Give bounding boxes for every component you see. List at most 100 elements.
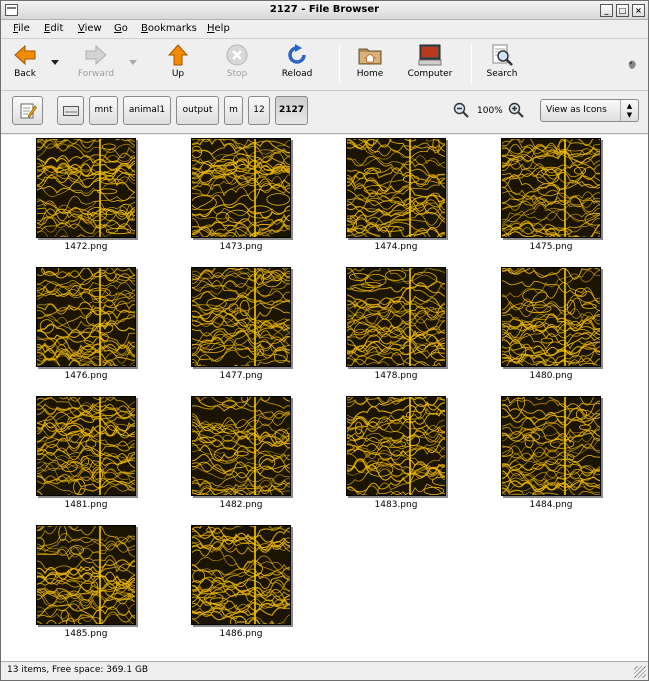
title-bar[interactable]: 2127 - File Browser _ □ × [1, 1, 648, 20]
menu-bar: File Edit View Go Bookmarks Help [1, 20, 648, 39]
home-button[interactable]: Home [353, 43, 387, 87]
status-bar: 13 items, Free space: 369.1 GB [1, 661, 648, 680]
view-mode-select[interactable]: View as Icons ▲ ▼ [540, 99, 639, 122]
file-name: 1484.png [529, 500, 573, 510]
file-item[interactable]: 1482.png [169, 393, 299, 518]
forward-label: Forward [77, 69, 115, 79]
path-root-button[interactable] [57, 96, 84, 125]
path-button-animal1[interactable]: animal1 [123, 96, 171, 125]
maximize-icon[interactable]: □ [616, 4, 629, 17]
contour-image-icon [192, 139, 290, 237]
image-thumbnail [346, 267, 446, 367]
up-button[interactable]: Up [163, 43, 193, 87]
reload-icon [288, 44, 306, 64]
select-arrows-icon: ▲ ▼ [620, 100, 638, 121]
view-mode-value: View as Icons [546, 105, 607, 115]
file-item[interactable]: 1473.png [169, 135, 299, 260]
menu-view[interactable]: View [78, 23, 102, 34]
image-thumbnail [191, 396, 291, 496]
file-item[interactable]: 1472.png [14, 135, 144, 260]
menu-help[interactable]: Help [207, 23, 230, 34]
forward-button[interactable]: Forward [74, 43, 118, 87]
contour-image-icon [37, 139, 135, 237]
zoom-level[interactable]: 100% [477, 106, 503, 116]
back-history-dropdown[interactable] [51, 60, 59, 65]
location-bar: mnt animal1 output m 12 2127 100% View a… [1, 91, 648, 134]
edit-location-icon [20, 103, 37, 119]
search-button[interactable]: Search [483, 43, 521, 87]
menu-bookmarks[interactable]: Bookmarks [141, 23, 197, 34]
file-name: 1473.png [219, 242, 263, 252]
drive-icon [63, 106, 79, 116]
computer-icon [418, 44, 442, 66]
file-name: 1475.png [529, 242, 573, 252]
menu-file[interactable]: File [13, 23, 30, 34]
zoom-in-icon[interactable] [508, 102, 524, 118]
home-label: Home [356, 69, 384, 79]
window-title: 2127 - File Browser [269, 4, 380, 15]
home-folder-icon [358, 48, 382, 65]
file-item[interactable]: 1477.png [169, 264, 299, 389]
image-thumbnail [191, 525, 291, 625]
zoom-out-icon[interactable] [453, 102, 469, 118]
file-name: 1481.png [64, 500, 108, 510]
search-label: Search [486, 69, 518, 79]
icon-view[interactable]: 1472.png 1473.png 1474.png 1475.png 1476.png… [1, 135, 648, 661]
image-thumbnail [191, 138, 291, 238]
file-name: 1486.png [219, 629, 263, 639]
file-item[interactable]: 1483.png [324, 393, 454, 518]
reload-label: Reload [281, 69, 313, 79]
path-button-12[interactable]: 12 [248, 96, 270, 125]
file-item[interactable]: 1476.png [14, 264, 144, 389]
status-text: 13 items, Free space: 369.1 GB [7, 665, 149, 675]
contour-image-icon [347, 397, 445, 495]
image-thumbnail [191, 267, 291, 367]
file-item[interactable]: 1486.png [169, 522, 299, 647]
minimize-icon[interactable]: _ [600, 4, 613, 17]
toggle-location-entry-button[interactable] [12, 96, 43, 125]
toolbar-separator [339, 45, 340, 83]
path-button-current[interactable]: 2127 [275, 96, 308, 125]
image-thumbnail [36, 138, 136, 238]
path-button-output[interactable]: output [176, 96, 219, 125]
menu-edit[interactable]: Edit [44, 23, 63, 34]
back-label: Back [14, 69, 36, 79]
contour-image-icon [502, 139, 600, 237]
reload-button[interactable]: Reload [279, 43, 315, 87]
file-item[interactable]: 1478.png [324, 264, 454, 389]
file-item[interactable]: 1480.png [479, 264, 609, 389]
file-item[interactable]: 1475.png [479, 135, 609, 260]
path-button-m[interactable]: m [224, 96, 243, 125]
resize-grip-icon[interactable] [634, 666, 646, 678]
file-name: 1474.png [374, 242, 418, 252]
search-icon [492, 44, 513, 66]
contour-image-icon [37, 268, 135, 366]
file-item[interactable]: 1474.png [324, 135, 454, 260]
stop-button[interactable]: Stop [221, 43, 253, 87]
stop-label: Stop [226, 69, 248, 79]
path-button-mnt[interactable]: mnt [89, 96, 118, 125]
file-name: 1478.png [374, 371, 418, 381]
file-name: 1480.png [529, 371, 573, 381]
toolbar-separator [471, 45, 472, 83]
file-item[interactable]: 1481.png [14, 393, 144, 518]
file-item[interactable]: 1484.png [479, 393, 609, 518]
back-button[interactable]: Back [7, 43, 43, 87]
contour-image-icon [192, 397, 290, 495]
contour-image-icon [37, 526, 135, 624]
file-name: 1477.png [219, 371, 263, 381]
contour-image-icon [502, 397, 600, 495]
contour-image-icon [37, 397, 135, 495]
forward-history-dropdown[interactable] [129, 60, 137, 65]
computer-button[interactable]: Computer [405, 43, 455, 87]
file-name: 1482.png [219, 500, 263, 510]
close-icon[interactable]: × [632, 4, 645, 17]
forward-arrow-icon [85, 44, 107, 66]
menu-go[interactable]: Go [114, 23, 128, 34]
up-arrow-icon [167, 44, 189, 66]
contour-image-icon [347, 268, 445, 366]
back-arrow-icon [14, 44, 36, 66]
file-item[interactable]: 1485.png [14, 522, 144, 647]
toolbar: Back Forward Up Stop Reload Home Compute… [1, 39, 648, 91]
contour-image-icon [347, 139, 445, 237]
